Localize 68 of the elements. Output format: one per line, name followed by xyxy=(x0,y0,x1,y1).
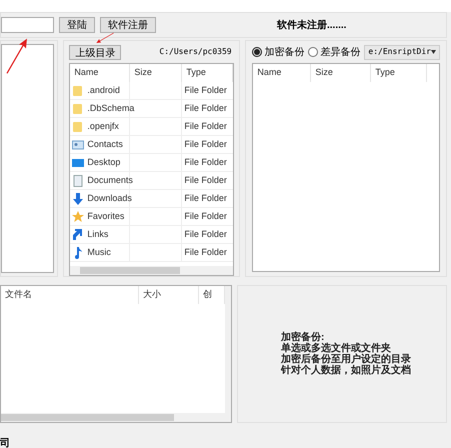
file-name: .openjfx xyxy=(87,120,119,133)
info-text: 加密备份: xyxy=(281,332,324,343)
file-type: File Folder xyxy=(183,210,227,223)
file-row[interactable]: .openjfx File Folder xyxy=(70,118,234,136)
music-note-icon xyxy=(72,246,84,258)
column-header[interactable]: Type xyxy=(371,64,428,82)
document-icon xyxy=(72,174,84,186)
column-header[interactable]: Name xyxy=(253,64,312,82)
file-type: File Folder xyxy=(183,84,227,97)
radio-indicator[interactable] xyxy=(252,47,262,57)
star-icon xyxy=(72,210,84,222)
file-name: Contacts xyxy=(87,138,123,151)
file-type: File Folder xyxy=(183,120,227,133)
file-row[interactable]: Documents File Folder xyxy=(70,172,234,190)
dropdown-caret-icon xyxy=(431,50,436,54)
info-text: 加密后备份至用户设定的目录 xyxy=(281,354,411,365)
file-name: Music xyxy=(87,246,111,259)
radio-button[interactable]: 加密备份 xyxy=(252,44,304,60)
file-row[interactable]: Desktop File Folder xyxy=(70,154,234,172)
column-header[interactable]: Size xyxy=(130,64,182,82)
file-type: File Folder xyxy=(183,192,227,205)
desktop-icon xyxy=(72,156,84,168)
column-header[interactable]: Name xyxy=(70,64,130,82)
folder-icon xyxy=(72,102,84,114)
file-type: File Folder xyxy=(183,174,227,187)
horizontal-scrollbar[interactable] xyxy=(70,266,234,275)
file-row[interactable]: Links File Folder xyxy=(70,226,234,244)
file-name: Documents xyxy=(87,174,133,187)
file-row[interactable]: Music File Folder xyxy=(70,244,234,262)
contact-card-icon xyxy=(72,138,84,150)
radio-button[interactable]: 差异备份 xyxy=(308,44,360,60)
file-row[interactable]: .DbSchema File Folder xyxy=(70,100,234,118)
file-name: Favorites xyxy=(87,210,124,223)
file-name: Downloads xyxy=(87,192,132,205)
file-row[interactable]: Downloads File Folder xyxy=(70,190,234,208)
parent-folder-button[interactable]: 上级目录 xyxy=(69,44,122,60)
info-text: 针对个人数据，如照片及文档 xyxy=(281,365,411,376)
down-arrow-icon xyxy=(72,192,84,204)
status-text: 司 xyxy=(0,437,10,448)
file-row[interactable]: .android File Folder xyxy=(70,82,234,100)
file-type: File Folder xyxy=(183,156,227,169)
file-type: File Folder xyxy=(183,138,227,151)
column-header[interactable]: Type xyxy=(182,64,234,82)
path-label: C:/Users/pc0359 xyxy=(159,46,232,58)
horizontal-scrollbar[interactable] xyxy=(1,413,231,422)
folder-icon xyxy=(72,120,84,132)
file-name: .android xyxy=(87,84,120,97)
file-name: .DbSchema xyxy=(87,102,134,115)
file-type: File Folder xyxy=(183,228,227,241)
file-type: File Folder xyxy=(183,246,227,259)
file-name: Links xyxy=(87,228,108,241)
column-header[interactable]: Size xyxy=(311,64,372,82)
link-arrow-icon xyxy=(72,228,84,240)
file-row[interactable]: Contacts File Folder xyxy=(70,136,234,154)
vertical-scrollbar[interactable] xyxy=(225,286,231,413)
text-field[interactable] xyxy=(1,17,54,33)
info-text: 单选或多选文件或文件夹 xyxy=(281,343,392,354)
file-row[interactable]: Favorites File Folder xyxy=(70,208,234,226)
radio-indicator[interactable] xyxy=(308,47,318,57)
folder-icon xyxy=(72,84,84,96)
file-name: Desktop xyxy=(87,156,120,169)
directory-dropdown[interactable]: e:/EnsriptDir xyxy=(364,44,440,60)
toolbar-button[interactable]: 软件注册 xyxy=(100,17,156,33)
file-type: File Folder xyxy=(183,102,227,115)
toolbar-button[interactable]: 登陆 xyxy=(59,17,95,33)
column-header[interactable]: 大小 xyxy=(139,286,199,304)
column-header[interactable]: 文件名 xyxy=(1,286,139,304)
registration-status: 软件未注册....... xyxy=(277,18,346,32)
